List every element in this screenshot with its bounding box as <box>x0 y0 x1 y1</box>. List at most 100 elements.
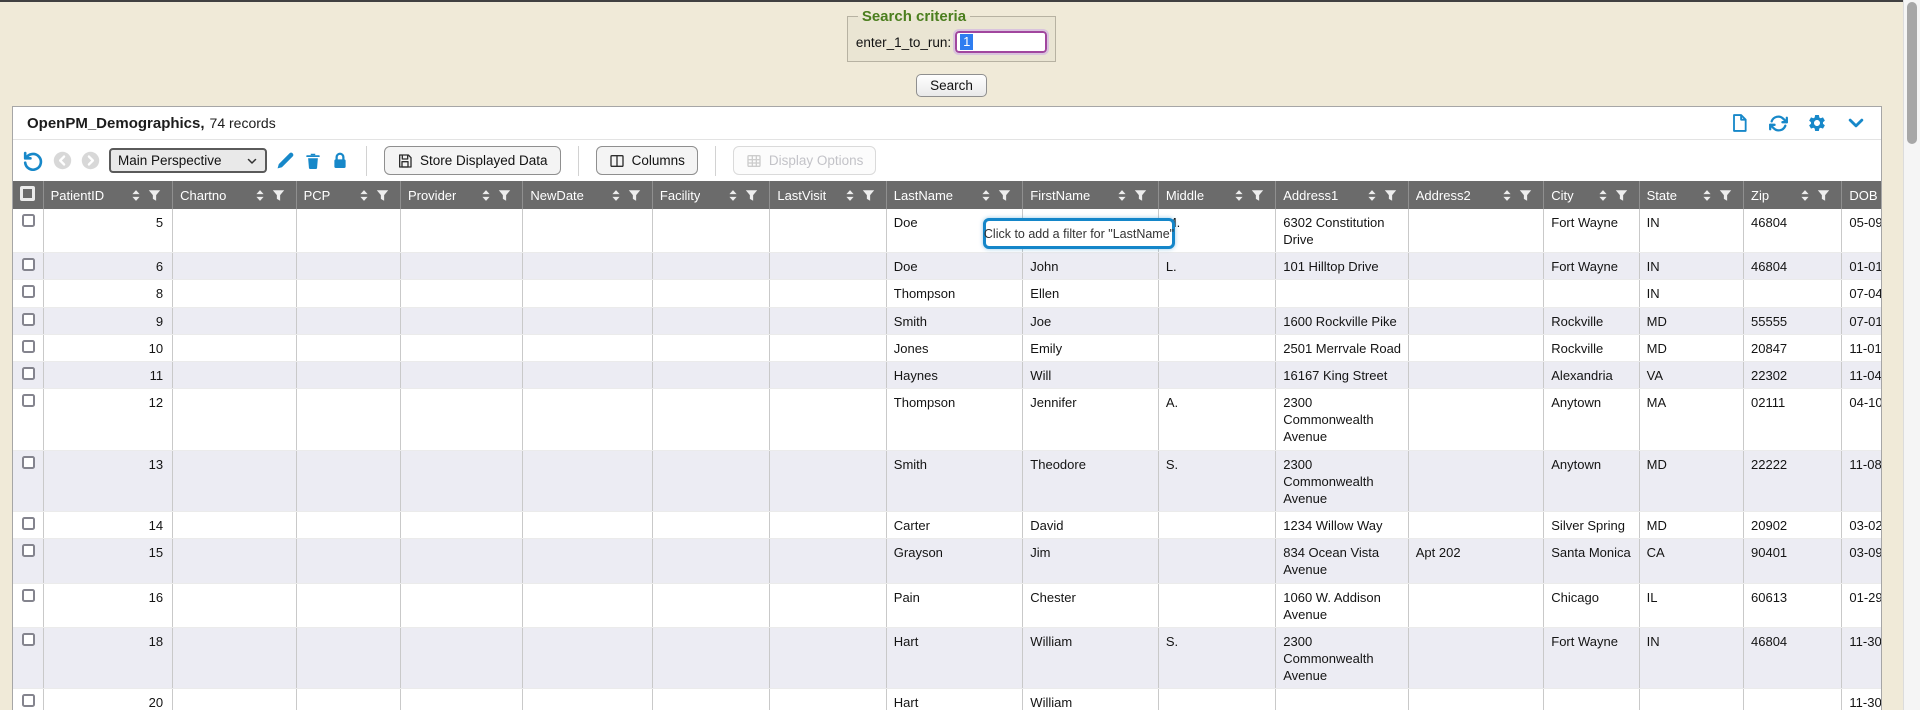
table-row[interactable]: 12ThompsonJenniferA.2300 Commonwealth Av… <box>13 389 1881 450</box>
filter-funnel-icon[interactable] <box>1615 189 1628 202</box>
column-header-lastvisit[interactable]: LastVisit <box>770 181 886 209</box>
filter-funnel-icon[interactable] <box>1384 189 1397 202</box>
column-header-state[interactable]: State <box>1639 181 1743 209</box>
table-row[interactable]: 8ThompsonEllenIN07-04-1970 <box>13 280 1881 307</box>
table-row[interactable]: 10JonesEmily2501 Merrvale RoadRockvilleM… <box>13 334 1881 361</box>
table-row[interactable]: 16PainChester1060 W. Addison AvenueChica… <box>13 583 1881 627</box>
cell-lastname: Haynes <box>886 361 1023 388</box>
sort-icon[interactable] <box>1702 189 1712 202</box>
column-header-provider[interactable]: Provider <box>400 181 522 209</box>
cell-newdate <box>523 253 652 280</box>
sort-icon[interactable] <box>131 189 141 202</box>
sort-icon[interactable] <box>481 189 491 202</box>
trash-icon[interactable] <box>304 151 322 170</box>
sort-icon[interactable] <box>255 189 265 202</box>
row-checkbox[interactable] <box>22 394 35 407</box>
table-row[interactable]: 9SmithJoe1600 Rockville PikeRockvilleMD5… <box>13 307 1881 334</box>
column-header-facility[interactable]: Facility <box>652 181 769 209</box>
filter-funnel-icon[interactable] <box>498 189 511 202</box>
cell-middle <box>1158 583 1275 627</box>
sort-icon[interactable] <box>1800 189 1810 202</box>
pencil-icon[interactable] <box>276 151 295 170</box>
filter-funnel-icon[interactable] <box>1817 189 1830 202</box>
sort-icon[interactable] <box>728 189 738 202</box>
row-checkbox[interactable] <box>22 456 35 469</box>
filter-funnel-icon[interactable] <box>745 189 758 202</box>
filter-funnel-icon[interactable] <box>272 189 285 202</box>
table-row[interactable]: 20HartWilliam11-30-1954 <box>13 689 1881 710</box>
column-header-lastname[interactable]: LastName <box>886 181 1023 209</box>
search-button[interactable]: Search <box>916 74 987 97</box>
filter-funnel-icon[interactable] <box>862 189 875 202</box>
sort-icon[interactable] <box>1234 189 1244 202</box>
filter-funnel-icon[interactable] <box>628 189 641 202</box>
cell-lastname: Grayson <box>886 539 1023 583</box>
filter-funnel-icon[interactable] <box>1719 189 1732 202</box>
sort-icon[interactable] <box>845 189 855 202</box>
chevron-right-icon[interactable] <box>81 151 100 170</box>
row-checkbox[interactable] <box>22 517 35 530</box>
table-row[interactable]: 14CarterDavid1234 Willow WaySilver Sprin… <box>13 512 1881 539</box>
table-row[interactable]: 11HaynesWill16167 King StreetAlexandriaV… <box>13 361 1881 388</box>
enter-1-to-run-input[interactable]: 1 <box>955 31 1047 53</box>
row-checkbox[interactable] <box>22 285 35 298</box>
filter-funnel-icon[interactable] <box>1519 189 1532 202</box>
perspective-select[interactable]: Main Perspective <box>109 148 267 173</box>
sort-icon[interactable] <box>359 189 369 202</box>
sort-icon[interactable] <box>1502 189 1512 202</box>
filter-funnel-icon[interactable] <box>1134 189 1147 202</box>
cell-chartno <box>173 334 296 361</box>
sort-icon[interactable] <box>981 189 991 202</box>
scrollbar-thumb[interactable] <box>1907 2 1917 144</box>
column-header-newdate[interactable]: NewDate <box>523 181 652 209</box>
search-criteria-area: Search criteria enter_1_to_run: 1 Search <box>0 8 1903 97</box>
row-checkbox[interactable] <box>22 694 35 707</box>
column-header-address1[interactable]: Address1 <box>1276 181 1409 209</box>
sort-icon[interactable] <box>1367 189 1377 202</box>
column-header-pcp[interactable]: PCP <box>296 181 400 209</box>
table-row[interactable]: 15GraysonJim834 Ocean Vista AvenueApt 20… <box>13 539 1881 583</box>
table-row[interactable]: 13SmithTheodoreS.2300 Commonwealth Avenu… <box>13 450 1881 511</box>
chevron-down-icon[interactable] <box>1845 112 1867 134</box>
row-checkbox[interactable] <box>22 214 35 227</box>
columns-button[interactable]: Columns <box>596 146 698 175</box>
undo-icon[interactable] <box>23 150 44 171</box>
refresh-icon[interactable] <box>1767 112 1789 134</box>
table-row[interactable]: 5DoeJaneM.6302 Constitution DriveFort Wa… <box>13 209 1881 253</box>
column-header-firstname[interactable]: FirstName <box>1023 181 1159 209</box>
cell-middle <box>1158 689 1275 710</box>
row-checkbox[interactable] <box>22 544 35 557</box>
row-checkbox[interactable] <box>22 258 35 271</box>
cell-city: Anytown <box>1544 389 1639 450</box>
sort-icon[interactable] <box>611 189 621 202</box>
row-checkbox[interactable] <box>22 589 35 602</box>
column-header-middle[interactable]: Middle <box>1158 181 1275 209</box>
column-header-city[interactable]: City <box>1544 181 1639 209</box>
filter-funnel-icon[interactable] <box>376 189 389 202</box>
chevron-left-icon[interactable] <box>53 151 72 170</box>
select-all-checkbox[interactable] <box>20 186 35 201</box>
filter-funnel-icon[interactable] <box>1251 189 1264 202</box>
column-header-zip[interactable]: Zip <box>1744 181 1842 209</box>
sort-icon[interactable] <box>1598 189 1608 202</box>
table-row[interactable]: 6DoeJohnL.101 Hilltop DriveFort WayneIN4… <box>13 253 1881 280</box>
filter-funnel-icon[interactable] <box>148 189 161 202</box>
row-checkbox[interactable] <box>22 340 35 353</box>
column-header-chartno[interactable]: Chartno <box>173 181 296 209</box>
vertical-scrollbar[interactable] <box>1903 0 1920 710</box>
cell-firstname: Jennifer <box>1023 389 1159 450</box>
row-checkbox[interactable] <box>22 313 35 326</box>
gear-icon[interactable] <box>1806 112 1828 134</box>
display-options-button[interactable]: Display Options <box>733 146 877 175</box>
new-document-icon[interactable] <box>1728 112 1750 134</box>
filter-funnel-icon[interactable] <box>998 189 1011 202</box>
sort-icon[interactable] <box>1117 189 1127 202</box>
column-header-address2[interactable]: Address2 <box>1408 181 1544 209</box>
column-header-patientid[interactable]: PatientID <box>43 181 172 209</box>
row-checkbox[interactable] <box>22 367 35 380</box>
table-row[interactable]: 18HartWilliamS.2300 Commonwealth AvenueF… <box>13 627 1881 688</box>
row-checkbox[interactable] <box>22 633 35 646</box>
lock-icon[interactable] <box>331 151 349 170</box>
column-header-dob[interactable]: DOB <box>1842 181 1881 209</box>
store-displayed-data-button[interactable]: Store Displayed Data <box>384 146 561 175</box>
